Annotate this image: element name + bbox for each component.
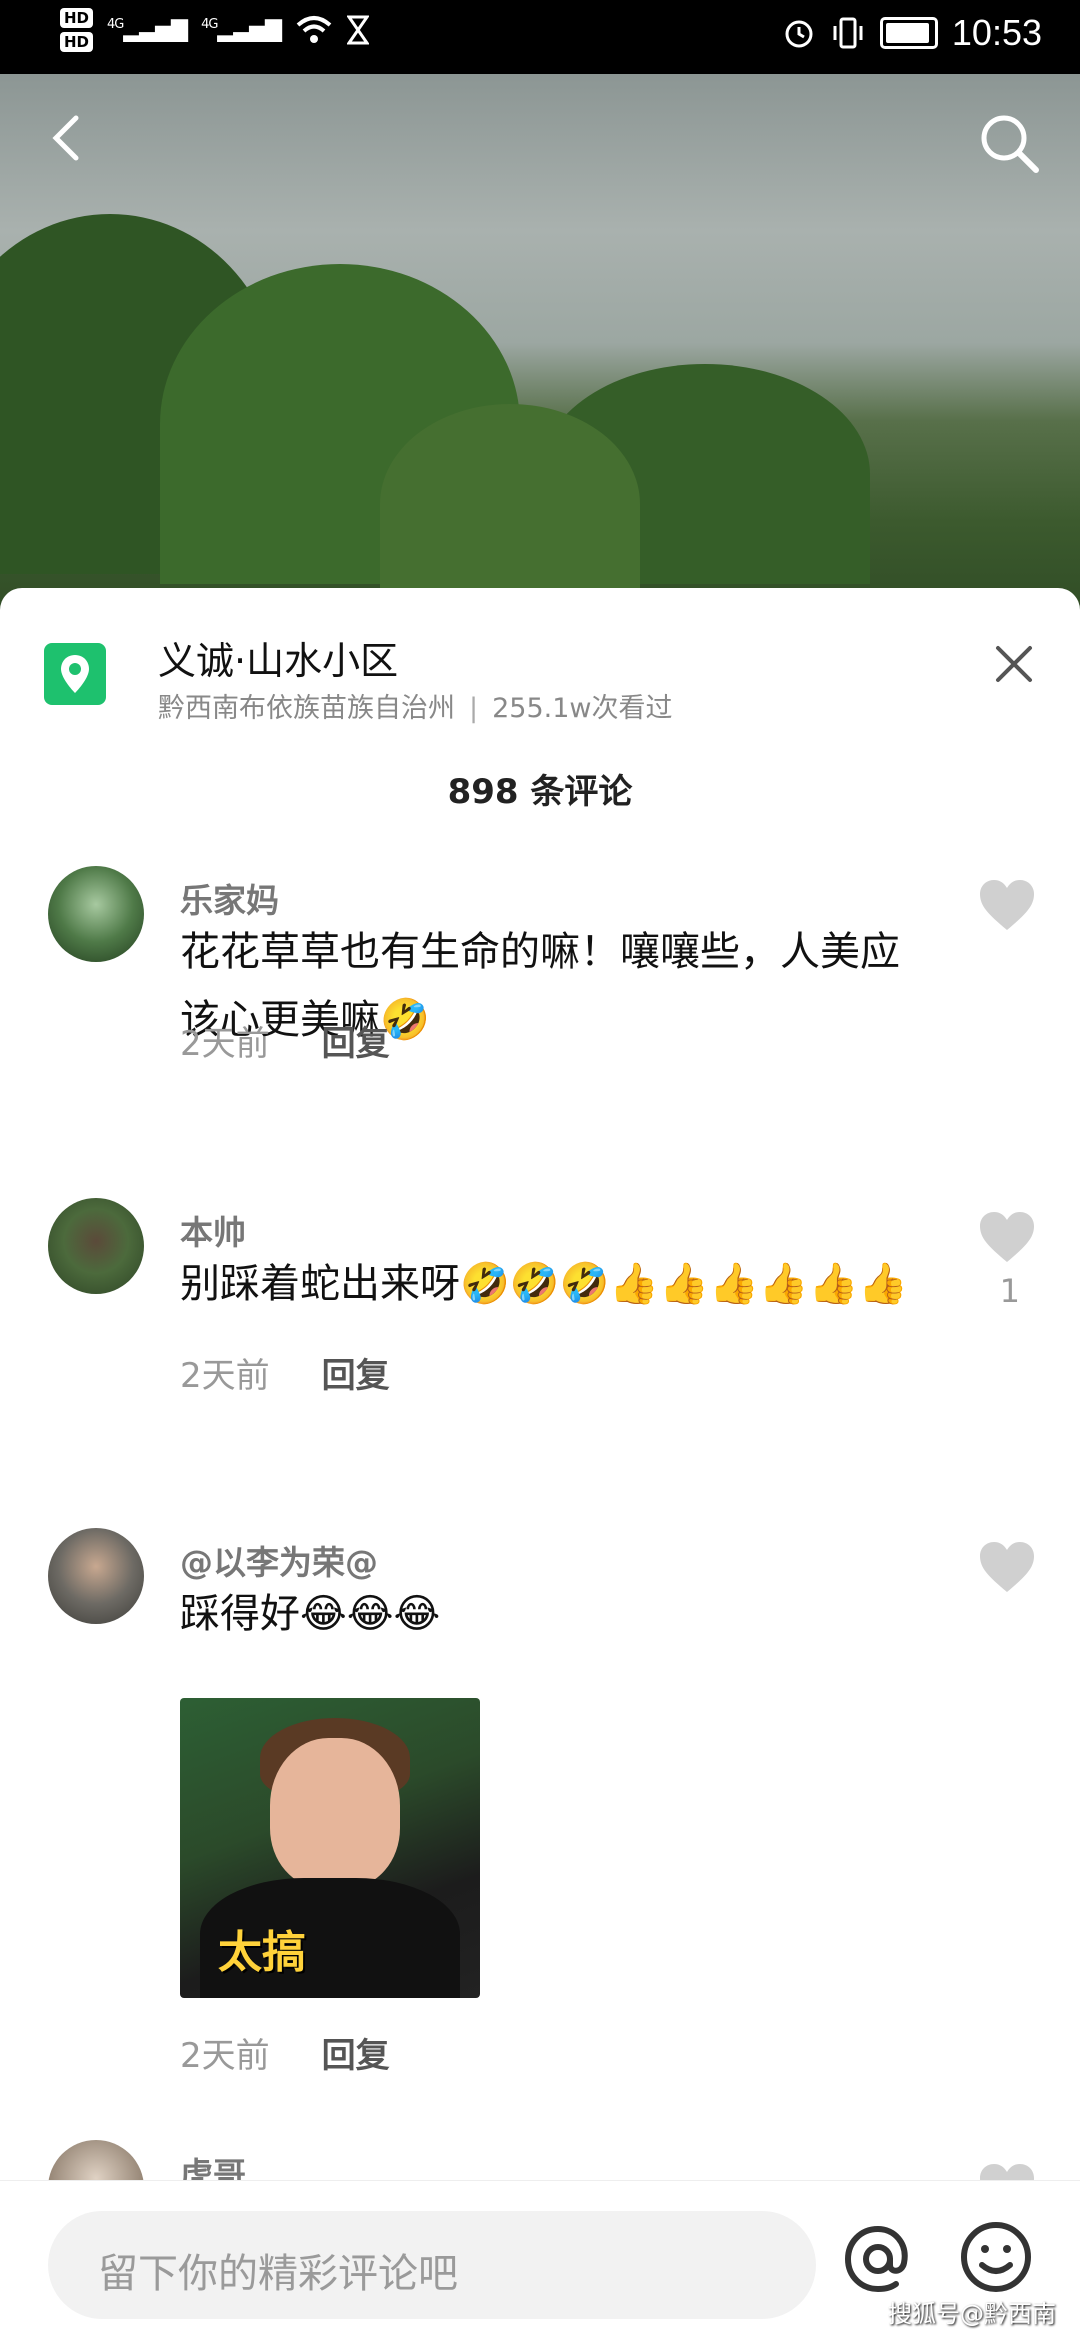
hd-badge-1: HD — [60, 8, 94, 28]
reply-button[interactable]: 回复 — [322, 2036, 390, 2076]
like-heart-icon[interactable] — [978, 1540, 1036, 1594]
comment-time: 2天前 — [180, 1356, 270, 1396]
status-bar: HD HD 4G▂▃▅▇ 4G▂▃▅▇ 10:53 — [0, 0, 1080, 74]
reply-button[interactable]: 回复 — [322, 1356, 390, 1396]
location-region: 黔西南布依族苗族自治州 — [158, 693, 455, 724]
emoji-icon[interactable] — [958, 2219, 1034, 2295]
comment-input-bar: 留下你的精彩评论吧 搜狐号@黔西南 — [0, 2180, 1080, 2341]
hd-badge-2: HD — [60, 32, 94, 52]
mention-at-icon[interactable] — [838, 2219, 918, 2299]
close-icon[interactable] — [990, 640, 1038, 688]
sticker-face — [270, 1738, 400, 1888]
comment-time: 2天前 — [180, 1024, 270, 1064]
comment-text: 别踩着蛇出来呀🤣🤣🤣👍👍👍👍👍👍 — [180, 1261, 909, 1307]
view-count: 255.1w次看过 — [492, 693, 673, 724]
comment-author[interactable]: @以李为荣@ — [180, 1536, 378, 1584]
comment-meta: 2天前 回复 — [180, 1016, 390, 1065]
like-heart-icon[interactable] — [978, 1210, 1036, 1264]
location-pin-icon — [44, 643, 106, 705]
alarm-icon — [785, 20, 813, 48]
wifi-icon — [296, 16, 332, 43]
sticker-caption: 太搞 — [218, 1927, 306, 1978]
comment-text: 踩得好😂😂😂 — [180, 1591, 441, 1637]
back-arrow-icon[interactable] — [40, 110, 96, 166]
search-icon[interactable] — [974, 108, 1044, 178]
like-count: 1 — [999, 1272, 1020, 1310]
divider: | — [469, 693, 479, 724]
battery-icon — [879, 17, 938, 49]
comment-sheet: 义诚·山水小区 黔西南布依族苗族自治州 | 255.1w次看过 898 条评论 乐家… — [0, 588, 1080, 2340]
clock: 10:53 — [951, 12, 1042, 53]
comment-author[interactable]: 本帅 — [180, 1206, 246, 1254]
sticker-image[interactable]: 太搞 — [180, 1698, 480, 1998]
reply-button[interactable]: 回复 — [322, 1024, 390, 1064]
signal-icon-2: 4G▂▃▅▇ — [201, 17, 282, 43]
signal-icon-1: 4G▂▃▅▇ — [107, 17, 188, 43]
like-heart-icon[interactable] — [978, 878, 1036, 932]
avatar[interactable] — [48, 1198, 144, 1294]
location-title[interactable]: 义诚·山水小区 — [158, 630, 398, 685]
comment-time: 2天前 — [180, 2036, 270, 2076]
avatar[interactable] — [48, 866, 144, 962]
vibrate-icon — [833, 17, 863, 49]
comment-author[interactable]: 乐家妈 — [180, 874, 279, 922]
watermark: 搜狐号@黔西南 — [888, 2300, 1056, 2328]
comment-meta: 2天前 回复 — [180, 1348, 390, 1397]
comment-input[interactable]: 留下你的精彩评论吧 — [48, 2211, 816, 2319]
location-subtitle: 黔西南布依族苗族自治州 | 255.1w次看过 — [158, 686, 673, 725]
hourglass-icon — [347, 15, 370, 45]
comment-input-placeholder: 留下你的精彩评论吧 — [98, 2251, 458, 2297]
scenery-background — [0, 74, 1080, 634]
comment-meta: 2天前 回复 — [180, 2028, 390, 2077]
avatar[interactable] — [48, 1528, 144, 1624]
comment-count: 898 条评论 — [447, 772, 633, 812]
